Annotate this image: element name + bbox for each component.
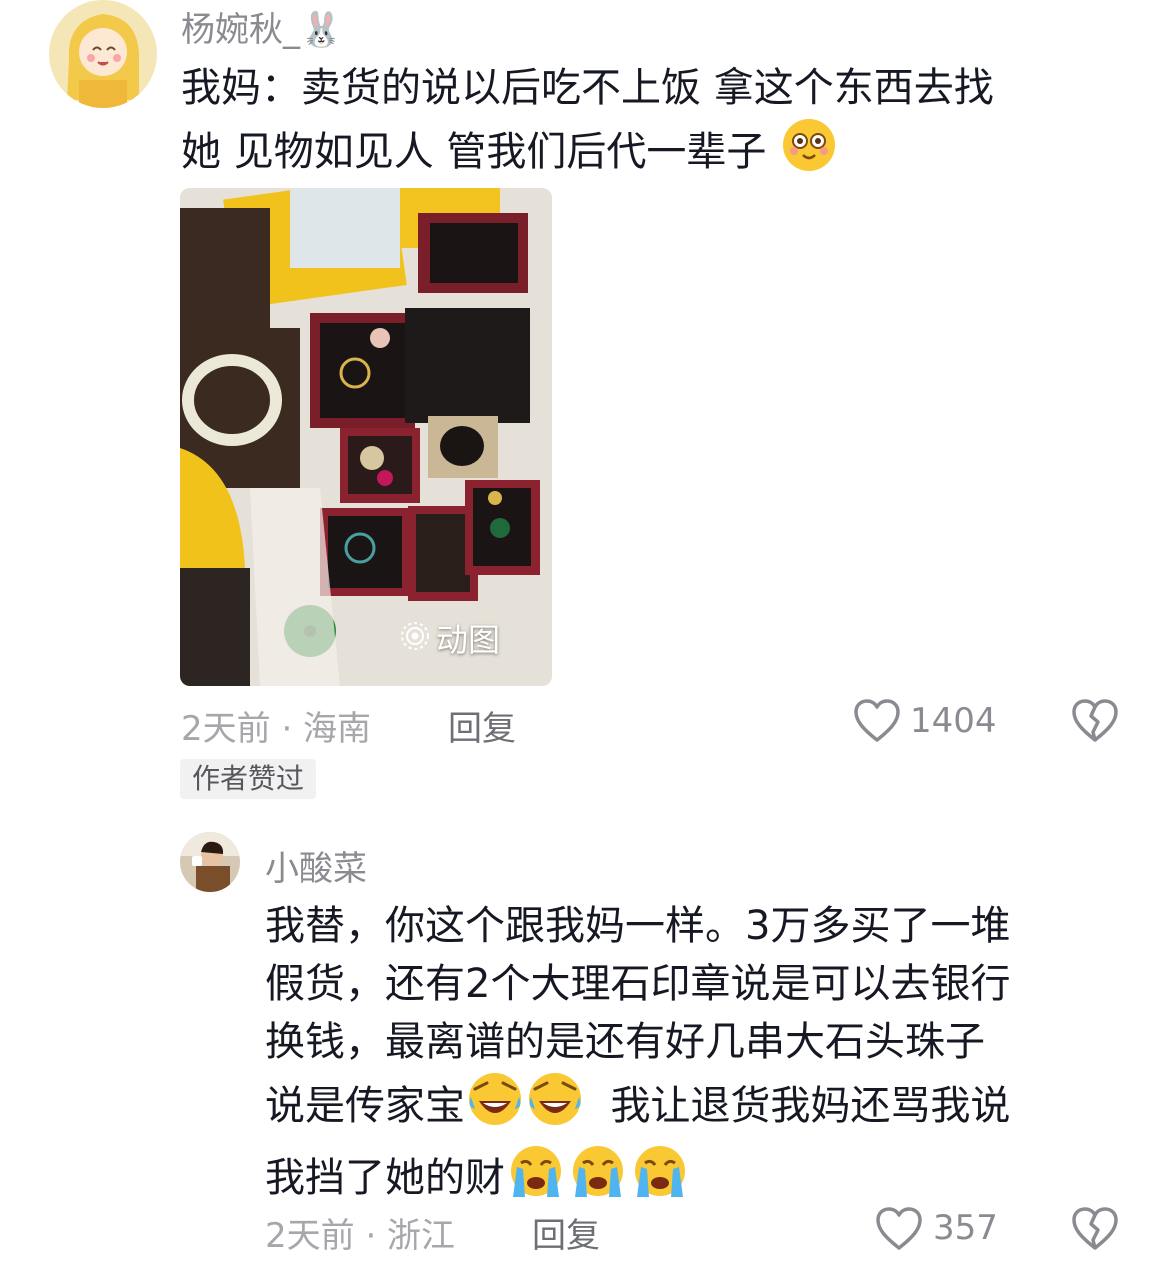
- broken-heart-icon[interactable]: [1071, 698, 1119, 748]
- blushing-smile-emoji-icon: [781, 117, 837, 189]
- gif-label: 动图: [436, 621, 501, 659]
- crying-emoji-icon: [631, 1143, 689, 1215]
- username[interactable]: 小酸菜: [265, 841, 367, 890]
- comment-line: 说是传家宝 我让退货我妈还骂我说: [265, 1071, 1145, 1143]
- comment-line: 换钱，最离谱的是还有好几串大石头珠子: [265, 1019, 985, 1065]
- comment-image[interactable]: 动图: [180, 188, 552, 686]
- reply-button[interactable]: 回复: [448, 701, 516, 750]
- comment-line: 我妈：卖货的说以后吃不上饭 拿这个东西去找: [181, 65, 994, 111]
- time-location: 2天前 · 浙江: [265, 1216, 456, 1256]
- avatar-user-2[interactable]: [180, 832, 240, 892]
- heart-outline-icon[interactable]: [875, 1206, 923, 1256]
- like-count: 357: [933, 1208, 998, 1248]
- comment-text: 我替，你这个跟我妈一样。3万多买了一堆 假货，还有2个大理石印章说是可以去银行 …: [265, 897, 1145, 1215]
- comment-line: 我挡了她的财: [265, 1143, 1145, 1215]
- comment-line: 假货，还有2个大理石印章说是可以去银行: [265, 961, 1011, 1007]
- like-count: 1404: [910, 701, 997, 741]
- gif-badge: 动图: [400, 618, 500, 662]
- comment-text: 我妈：卖货的说以后吃不上饭 拿这个东西去找 她 见物如见人 管我们后代一辈子: [181, 59, 1141, 189]
- reply-button[interactable]: 回复: [532, 1208, 600, 1257]
- author-liked-badge: 作者赞过: [180, 759, 317, 799]
- crying-emoji-icon: [507, 1143, 565, 1215]
- laughing-tears-emoji-icon: [467, 1071, 523, 1143]
- comment-line: 我替，你这个跟我妈一样。3万多买了一堆: [265, 903, 1011, 949]
- broken-heart-icon[interactable]: [1071, 1206, 1119, 1256]
- username[interactable]: 杨婉秋_🐰: [181, 2, 342, 51]
- comment-line: 她 见物如见人 管我们后代一辈子: [181, 117, 1141, 189]
- time-location: 2天前 · 海南: [181, 709, 372, 749]
- heart-outline-icon[interactable]: [853, 698, 901, 748]
- avatar-user-1[interactable]: [49, 0, 157, 108]
- crying-emoji-icon: [569, 1143, 627, 1215]
- laughing-tears-emoji-icon: [527, 1071, 583, 1143]
- animated-gif-icon: [400, 618, 430, 662]
